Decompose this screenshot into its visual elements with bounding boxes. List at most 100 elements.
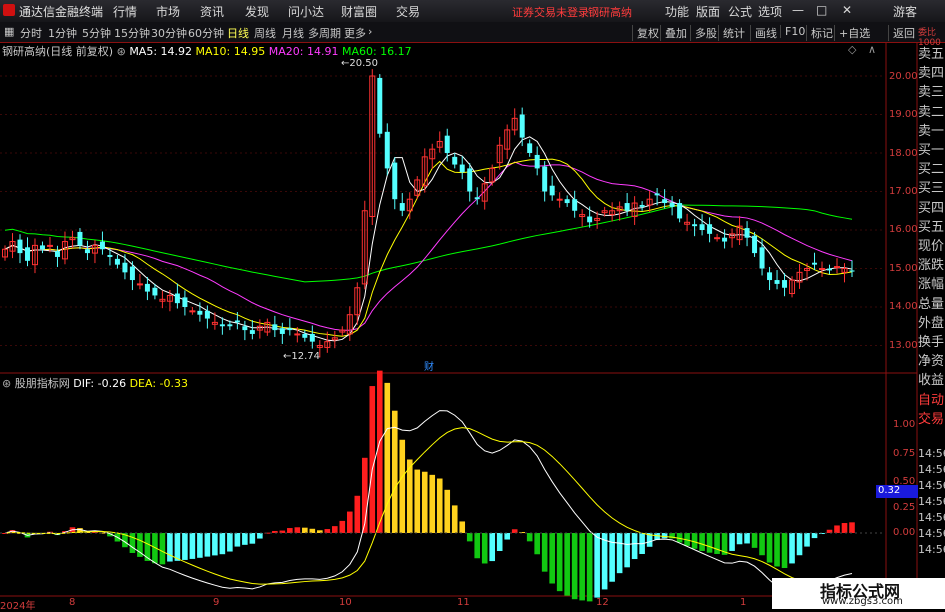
candle-down bbox=[399, 203, 405, 211]
candle-down bbox=[84, 249, 90, 254]
candle-down bbox=[549, 185, 555, 196]
candle-down bbox=[459, 164, 465, 173]
y-tick: 13.00 bbox=[889, 340, 918, 351]
tick-time: 14:56 bbox=[918, 543, 945, 556]
candle-down bbox=[677, 203, 683, 219]
candle-down bbox=[662, 199, 668, 204]
price-chart[interactable] bbox=[0, 0, 945, 609]
panel-item: 涨幅 bbox=[918, 277, 945, 293]
candle-down bbox=[152, 287, 158, 296]
macd-bar-negative bbox=[189, 533, 196, 559]
panel-item: 买二 bbox=[918, 162, 945, 178]
macd-bar-negative bbox=[227, 533, 233, 552]
candle-down bbox=[249, 330, 255, 334]
candle-down bbox=[722, 237, 728, 242]
macd-bar-positive bbox=[841, 523, 848, 533]
panel-item: 收益 bbox=[918, 373, 945, 389]
macd-bar-negative bbox=[474, 533, 481, 559]
macd-bar-negative bbox=[257, 533, 263, 539]
panel-item: 买一 bbox=[918, 143, 945, 159]
macd-bar-positive bbox=[391, 410, 398, 533]
panel-item: 净资 bbox=[918, 354, 945, 370]
panel-item: 卖二 bbox=[918, 104, 945, 120]
candle-down bbox=[287, 328, 293, 331]
macd-bar-negative bbox=[796, 533, 803, 556]
candle-down bbox=[587, 216, 593, 223]
macd-bar-negative bbox=[579, 533, 585, 601]
tick-time: 14:56 bbox=[918, 511, 945, 524]
candle-down bbox=[144, 283, 150, 292]
candle-up bbox=[136, 283, 143, 286]
macd-bar-negative bbox=[556, 533, 563, 592]
macd-bar-positive bbox=[399, 439, 406, 533]
candle-down bbox=[197, 310, 203, 315]
candle-up bbox=[46, 244, 53, 247]
macd-bar-negative bbox=[744, 533, 750, 544]
macd-bar-negative bbox=[489, 533, 496, 562]
candle-up bbox=[189, 310, 196, 313]
candle-down bbox=[392, 162, 398, 200]
y-tick: 15.00 bbox=[889, 263, 918, 274]
panel-item: 外盘 bbox=[918, 315, 945, 331]
candle-down bbox=[17, 239, 23, 254]
macd-y-tick: 0.00 bbox=[893, 527, 916, 538]
macd-bar-negative bbox=[759, 533, 765, 556]
macd-bar-positive bbox=[354, 495, 361, 533]
panel-item: 现价 bbox=[918, 239, 945, 255]
macd-bar-negative bbox=[204, 533, 211, 557]
macd-bar-negative bbox=[594, 533, 600, 598]
candle-down bbox=[39, 245, 45, 250]
candle-down bbox=[302, 333, 308, 338]
dea-label: DEA: -0.33 bbox=[129, 377, 188, 390]
finance-event-marker[interactable]: 财 bbox=[424, 358, 434, 373]
candle-down bbox=[849, 270, 855, 272]
macd-bar-negative bbox=[571, 533, 578, 600]
tick-time: 14:56 bbox=[918, 463, 945, 476]
candle-down bbox=[812, 262, 818, 265]
candle-down bbox=[129, 266, 135, 281]
candle-down bbox=[377, 77, 383, 134]
macd-bar-negative bbox=[234, 533, 241, 547]
x-tick: 8 bbox=[69, 597, 76, 608]
candle-down bbox=[654, 193, 660, 196]
candle-down bbox=[519, 114, 525, 138]
macd-bar-negative bbox=[804, 533, 810, 547]
candle-down bbox=[54, 251, 60, 257]
macd-bar-negative bbox=[481, 533, 488, 564]
macd-bar-negative bbox=[736, 533, 743, 545]
y-tick: 16.00 bbox=[889, 224, 918, 235]
macd-y-tick: 1.00 bbox=[893, 419, 916, 430]
macd-bar-positive bbox=[339, 520, 346, 533]
macd-bar-positive bbox=[451, 505, 458, 533]
y-tick: 18.00 bbox=[889, 148, 918, 159]
tick-time: 14:56 bbox=[918, 495, 945, 508]
high-label: ←20.50 bbox=[341, 58, 379, 69]
low-label: ←12.74 bbox=[283, 351, 321, 362]
candle-down bbox=[699, 224, 705, 230]
candle-down bbox=[624, 203, 630, 211]
macd-bar-negative bbox=[242, 533, 248, 545]
macd-bar-positive bbox=[511, 529, 518, 533]
macd-bar-negative bbox=[549, 533, 555, 584]
macd-bar-positive bbox=[414, 469, 421, 533]
candle-down bbox=[744, 228, 750, 238]
macd-bar-positive bbox=[849, 522, 855, 533]
candle-down bbox=[444, 135, 450, 153]
macd-bar-positive bbox=[459, 521, 466, 533]
macd-bar-positive bbox=[421, 471, 428, 533]
candle-down bbox=[767, 272, 773, 281]
macd-bar-positive bbox=[834, 525, 840, 533]
x-tick: 11 bbox=[457, 597, 470, 608]
candle-down bbox=[174, 293, 180, 304]
candle-down bbox=[182, 297, 188, 307]
y-tick: 17.00 bbox=[889, 186, 918, 197]
order-panel: 卖五 卖四 卖三 卖二 卖一 买一 买二 买三 买四 买五 现价 涨跌 涨幅 总量 外盘 换手 净资 收益 自动 交易 bbox=[918, 45, 945, 429]
macd-bar-negative bbox=[212, 533, 218, 556]
panel-item: 买四 bbox=[918, 200, 945, 216]
tick-time: 14:56 bbox=[918, 447, 945, 460]
candle-down bbox=[107, 255, 113, 257]
macd-bar-negative bbox=[496, 533, 503, 551]
macd-bar-negative bbox=[504, 533, 511, 540]
candle-down bbox=[114, 258, 120, 265]
settings-icon[interactable]: ⊛ bbox=[2, 377, 11, 390]
